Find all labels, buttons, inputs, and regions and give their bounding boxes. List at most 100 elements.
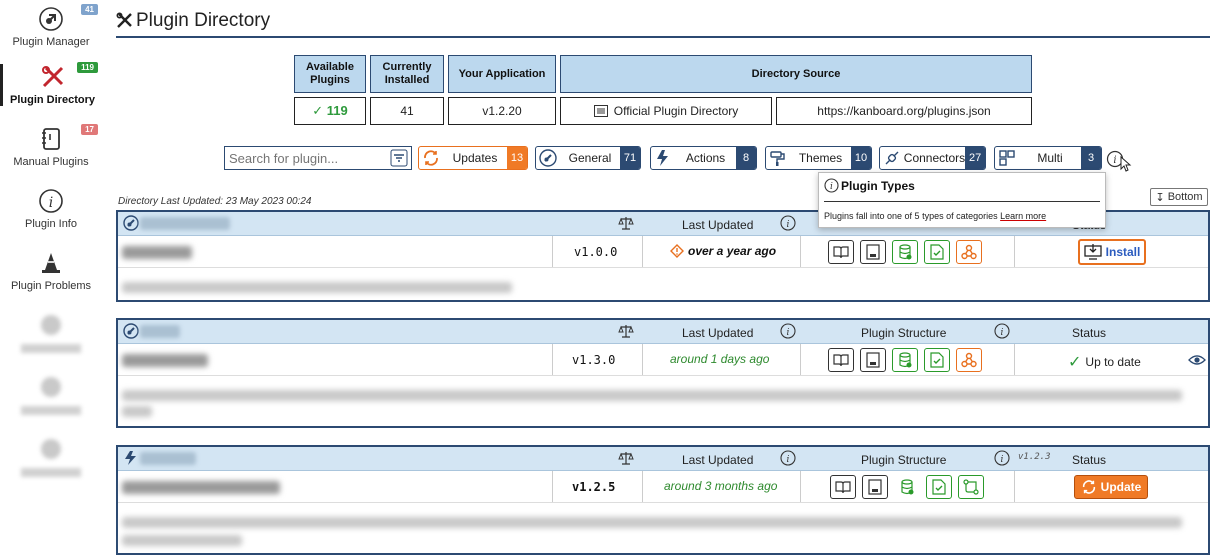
info-icon[interactable]: i xyxy=(994,323,1010,342)
directory-source-url[interactable]: https://kanboard.org/plugins.json xyxy=(776,97,1032,125)
plugin-last-updated: around 3 months ago xyxy=(664,479,778,493)
readme-book-icon[interactable] xyxy=(830,475,856,499)
info-icon: i xyxy=(38,188,64,214)
action-flow-icon[interactable] xyxy=(958,475,984,499)
sidebar-item-plugin-info[interactable]: i Plugin Info xyxy=(0,188,102,230)
column-last-updated: Last Updated xyxy=(682,453,754,467)
mouse-cursor-icon xyxy=(1120,155,1132,175)
template-icon[interactable] xyxy=(860,240,886,264)
svg-text:i: i xyxy=(1001,455,1004,465)
grid-icon xyxy=(995,149,1019,167)
your-application-header: Your Application xyxy=(448,55,556,93)
directory-source-name[interactable]: Official Plugin Directory xyxy=(560,97,772,125)
sidebar-item-blurred-2[interactable] xyxy=(0,374,102,415)
info-icon[interactable]: i xyxy=(780,215,796,234)
template-icon[interactable] xyxy=(860,348,886,372)
your-application-value: v1.2.20 xyxy=(448,97,556,125)
search-box[interactable] xyxy=(224,146,412,170)
install-button[interactable]: Install xyxy=(1078,239,1146,265)
plugin-card: Last Updated i Plugin Structure i Status… xyxy=(116,318,1210,428)
refresh-icon xyxy=(1082,480,1095,494)
directory-source-header: Directory Source xyxy=(560,55,1032,93)
checked-file-icon[interactable] xyxy=(924,240,950,264)
plugin-row: v1.3.0 around 1 days ago ✓ Up to date xyxy=(118,344,1208,376)
sidebar-item-label: Manual Plugins xyxy=(13,156,89,168)
filter-label: Actions xyxy=(685,151,726,165)
info-icon[interactable]: i xyxy=(994,450,1010,469)
plugin-title-blurred xyxy=(140,217,230,230)
column-plugin-structure: Plugin Structure xyxy=(861,326,947,340)
checked-file-icon[interactable] xyxy=(924,348,950,372)
plugin-description-blurred xyxy=(122,535,242,546)
plugin-version: v1.3.0 xyxy=(572,353,616,367)
filter-updates-button[interactable]: Updates 13 xyxy=(418,146,528,170)
database-icon[interactable] xyxy=(894,475,920,499)
paint-roller-icon xyxy=(766,149,790,167)
database-icon[interactable] xyxy=(892,348,918,372)
filter-connectors-button[interactable]: Connectors 27 xyxy=(879,146,986,170)
plugin-card-header: Last Updated i Plugin Structure i v1.2.3… xyxy=(118,447,1208,471)
plugin-icon xyxy=(536,149,560,167)
learn-more-link[interactable]: Learn more xyxy=(1000,211,1046,221)
list-icon xyxy=(593,105,608,117)
plugin-directory-badge: 119 xyxy=(77,62,98,73)
svg-text:i: i xyxy=(830,182,833,192)
sidebar-item-plugin-directory[interactable]: 119 Plugin Directory xyxy=(0,62,102,106)
update-button[interactable]: Update xyxy=(1074,475,1148,499)
webhook-icon[interactable] xyxy=(956,348,982,372)
tooltip-text: Plugins fall into one of 5 types of cate… xyxy=(824,211,998,221)
sidebar-item-plugin-manager[interactable]: 41 Plugin Manager xyxy=(0,4,102,48)
readme-book-icon[interactable] xyxy=(828,240,854,264)
readme-book-icon[interactable] xyxy=(828,348,854,372)
sidebar-item-manual-plugins[interactable]: 17 Manual Plugins xyxy=(0,124,102,168)
database-icon[interactable] xyxy=(892,240,918,264)
sidebar-item-label: Plugin Problems xyxy=(10,280,92,292)
plugin-manager-badge: 41 xyxy=(81,4,98,15)
column-status: Status xyxy=(1072,326,1107,340)
filter-general-button[interactable]: General 71 xyxy=(535,146,641,170)
plugin-icon xyxy=(38,6,64,32)
plugin-types-tooltip: i Plugin Types Plugins fall into one of … xyxy=(818,172,1106,228)
filter-count: 71 xyxy=(620,147,640,169)
svg-text:i: i xyxy=(787,328,790,338)
svg-text:i: i xyxy=(1113,155,1116,166)
plugin-card: Last Updated i Plugin Structure i v1.2.3… xyxy=(116,445,1210,555)
info-icon[interactable]: i xyxy=(780,323,796,342)
refresh-icon xyxy=(419,149,443,167)
sidebar-item-blurred-1[interactable] xyxy=(0,312,102,353)
info-icon[interactable]: i xyxy=(780,450,796,469)
tools-icon xyxy=(40,64,66,90)
plugin-card-header: Last Updated i Plugin Structure i Status xyxy=(118,320,1208,344)
lightning-icon xyxy=(123,450,139,469)
filter-actions-button[interactable]: Actions 8 xyxy=(650,146,757,170)
filter-label: Themes xyxy=(798,151,843,165)
status-up-to-date: ✓ Up to date xyxy=(1068,352,1141,372)
filter-multi-button[interactable]: Multi 3 xyxy=(994,146,1102,170)
filter-label: Connectors xyxy=(903,151,966,165)
filter-label: Updates xyxy=(452,151,498,165)
plugin-name-blurred xyxy=(122,354,208,367)
webhook-icon[interactable] xyxy=(956,240,982,264)
filter-count: 13 xyxy=(507,147,527,169)
search-input[interactable] xyxy=(225,147,385,169)
sidebar-item-plugin-problems[interactable]: Plugin Problems xyxy=(0,250,102,292)
sidebar: 41 Plugin Manager 119 Plugin Directory 1… xyxy=(0,0,102,560)
notebook-icon xyxy=(38,126,64,152)
filter-count: 10 xyxy=(851,147,871,169)
sidebar-item-label: Plugin Directory xyxy=(10,94,95,106)
sidebar-item-blurred-3[interactable] xyxy=(0,436,102,477)
checked-file-icon[interactable] xyxy=(926,475,952,499)
available-plugins-value: ✓ 119 xyxy=(294,97,366,125)
scroll-bottom-button[interactable]: ↧ Bottom xyxy=(1150,188,1208,206)
template-icon[interactable] xyxy=(862,475,888,499)
plugin-name-blurred xyxy=(122,246,192,259)
license-scale-icon xyxy=(618,323,634,342)
filter-list-icon[interactable] xyxy=(390,149,408,170)
info-icon: i xyxy=(824,178,839,196)
sidebar-item-label: Plugin Manager xyxy=(12,36,90,48)
eye-icon[interactable] xyxy=(1188,353,1206,370)
blurred-icon xyxy=(38,312,64,338)
filter-themes-button[interactable]: Themes 10 xyxy=(765,146,872,170)
filter-count: 8 xyxy=(736,147,756,169)
column-last-updated: Last Updated xyxy=(682,326,754,340)
